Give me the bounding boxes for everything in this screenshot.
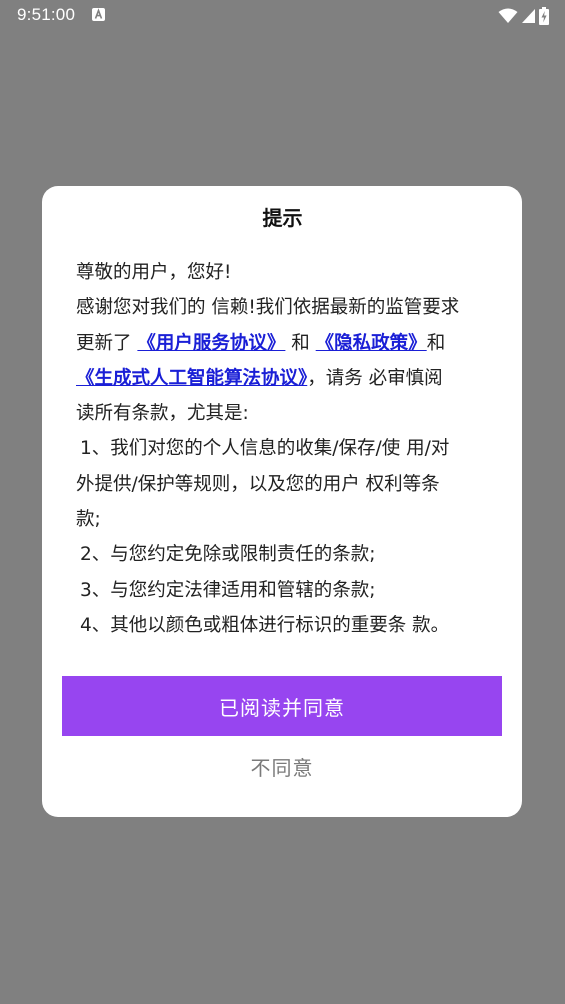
item-4: 4、其他以颜色或粗体进行标识的重要条 款。 (80, 614, 450, 636)
status-bar: 9:51:00 (0, 0, 565, 32)
item-1-line-3: 款; (76, 509, 101, 531)
and-text: 和 (285, 332, 316, 354)
privacy-policy-link[interactable]: 《隐私政策》 (316, 333, 427, 354)
a-icon (92, 8, 105, 21)
item-1-line-1: 1、我们对您的个人信息的收集/保存/使 用/对 (80, 438, 450, 460)
disagree-button[interactable]: 不同意 (62, 744, 502, 788)
agree-button[interactable]: 已阅读并同意 (62, 676, 502, 736)
dialog-title: 提示 (262, 206, 303, 230)
user-agreement-link[interactable]: 《用户服务协议》 (137, 333, 285, 354)
and-text-2: 和 (426, 332, 446, 354)
dialog-body: 尊敬的用户，您好! 感谢您对我们的 信赖!我们依据最新的监管要求 更新了 《用户… (76, 255, 496, 643)
read-all-text: 读所有条款，尤其是: (76, 403, 249, 425)
please-read-text: ，请务 必审慎阅 (307, 367, 443, 389)
agreements-line: 更新了 《用户服务协议》 和 《隐私政策》和 (76, 326, 496, 361)
algorithm-line: 《生成式人工智能算法协议》，请务 必审慎阅 (76, 361, 496, 396)
agreements-prefix: 更新了 (76, 332, 138, 354)
intro-text: 感谢您对我们的 信赖!我们依据最新的监管要求 (76, 297, 460, 319)
item-1-line-2: 外提供/保护等规则，以及您的用户 权利等条 (76, 473, 440, 495)
greeting-text: 尊敬的用户，您好! (76, 262, 232, 283)
status-time: 9:51:00 (17, 5, 76, 24)
wifi-icon (498, 8, 518, 23)
item-2: 2、与您约定免除或限制责任的条款; (80, 544, 376, 566)
algorithm-agreement-link[interactable]: 《生成式人工智能算法协议》 (76, 368, 307, 389)
signal-icon (522, 9, 535, 23)
item-3: 3、与您约定法律适用和管辖的条款; (80, 579, 376, 601)
status-icons (498, 6, 549, 26)
battery-charging-icon (539, 7, 549, 25)
